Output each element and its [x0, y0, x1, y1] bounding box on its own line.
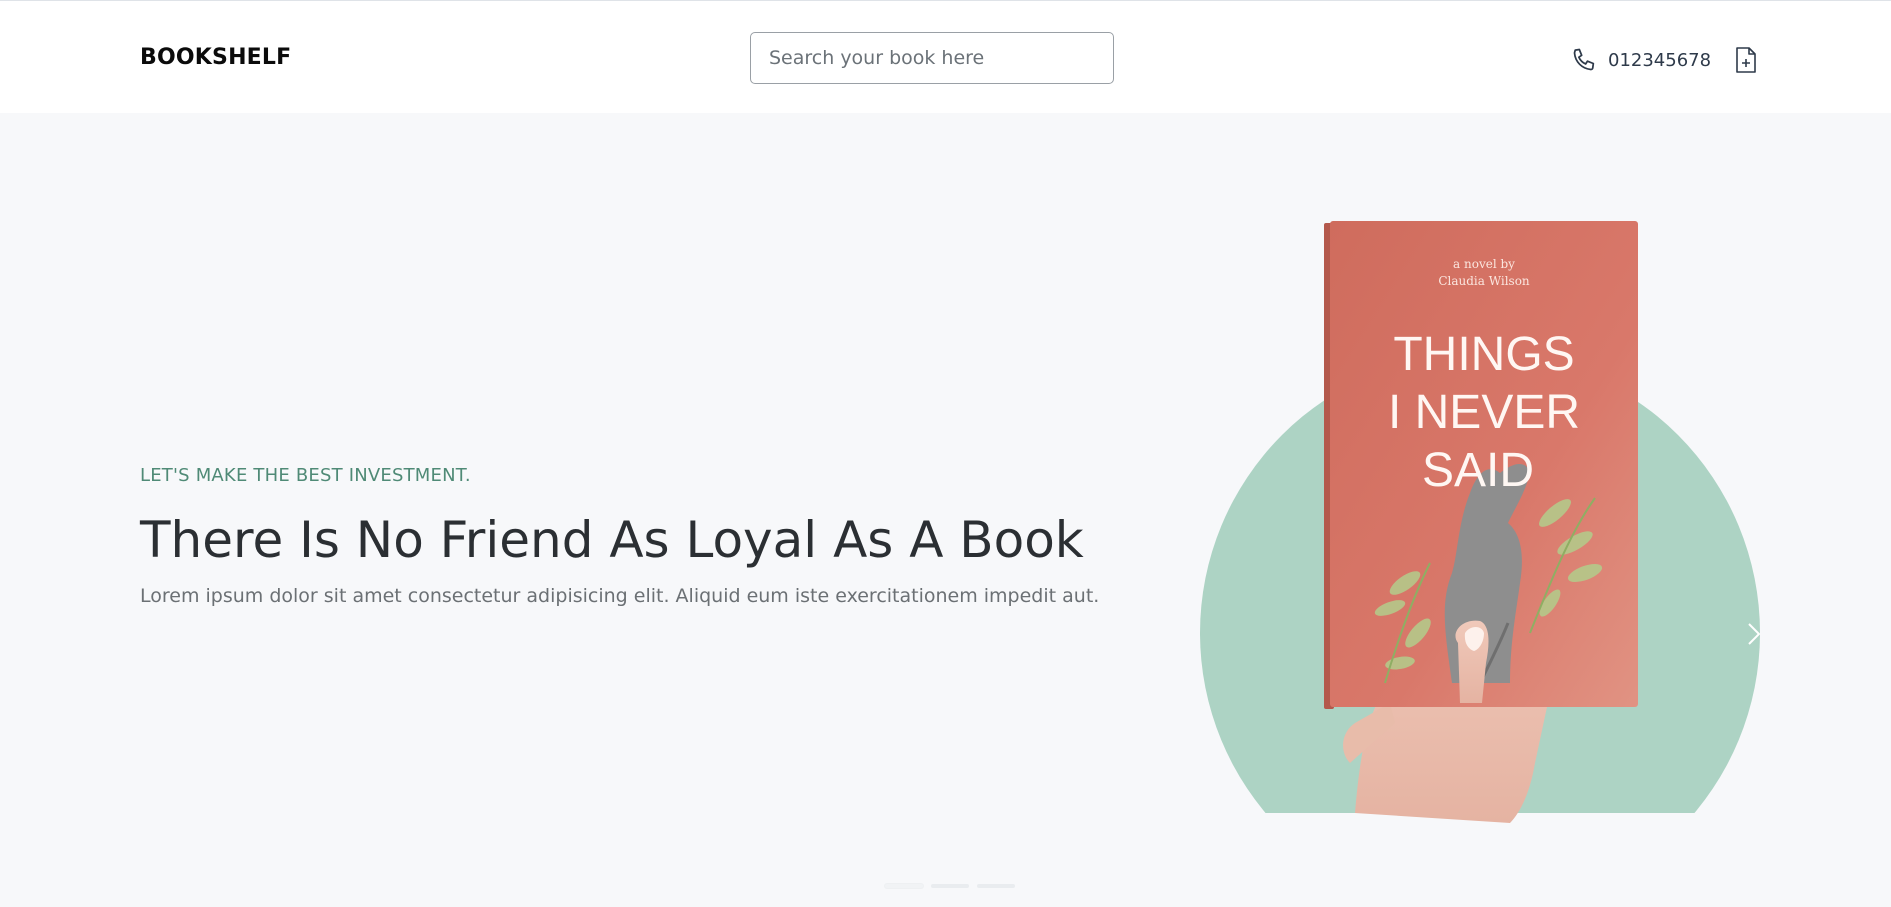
- site-header: BOOKSHELF 012345678: [0, 1, 1891, 113]
- carousel-dot[interactable]: [885, 884, 923, 888]
- book-title-line-1: THINGS: [1393, 328, 1574, 381]
- book-byline-1: a novel by: [1453, 257, 1515, 271]
- carousel-indicators: [885, 884, 1015, 888]
- book-title-line-2: I NEVER: [1388, 386, 1580, 439]
- hero-subtitle: Lorem ipsum dolor sit amet consectetur a…: [140, 585, 1100, 607]
- carousel-next-icon[interactable]: [1743, 621, 1765, 647]
- phone-icon: [1570, 46, 1598, 74]
- hero-eyebrow: LET'S MAKE THE BEST INVESTMENT.: [140, 465, 471, 486]
- book-byline-2: Claudia Wilson: [1438, 274, 1530, 288]
- hero-illustration: a novel by Claudia Wilson THINGS I NEVER…: [1190, 163, 1770, 863]
- hero-title: There Is No Friend As Loyal As A Book: [140, 511, 1084, 569]
- hero-section: a novel by Claudia Wilson THINGS I NEVER…: [0, 113, 1891, 907]
- book-title-line-3: SAID: [1422, 444, 1534, 497]
- carousel-dot[interactable]: [977, 884, 1015, 888]
- phone-contact[interactable]: 012345678: [1570, 46, 1711, 74]
- carousel-dot[interactable]: [931, 884, 969, 888]
- phone-number: 012345678: [1608, 49, 1712, 71]
- search-input[interactable]: [750, 32, 1114, 84]
- brand-logo[interactable]: BOOKSHELF: [140, 45, 291, 70]
- document-plus-icon[interactable]: [1734, 45, 1758, 75]
